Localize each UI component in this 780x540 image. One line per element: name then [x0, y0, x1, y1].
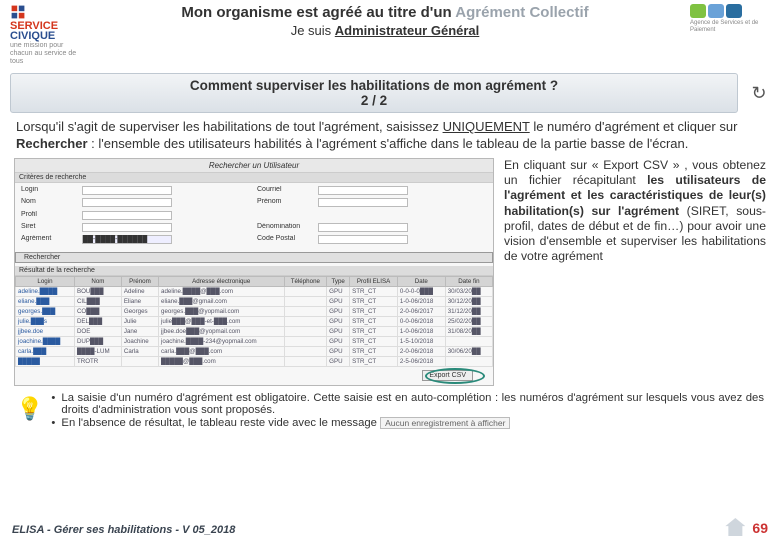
table-row: eliane.███CIL███Elianeeliane.███@gmail.c… — [16, 296, 493, 306]
table-row: georges.███CO███Georgesgeorges.███@yopma… — [16, 306, 493, 316]
question-banner: Comment superviser les habilitations de … — [10, 73, 738, 113]
login-input[interactable] — [82, 186, 172, 195]
notes-list: La saisie d'un numéro d'agrément est obl… — [51, 392, 764, 430]
siret-input[interactable] — [82, 223, 172, 232]
empty-message-box: Aucun enregistrement à afficher — [380, 417, 510, 429]
footer-version: ELISA - Gérer ses habilitations - V 05_2… — [12, 524, 235, 536]
page-counter: 2 / 2 — [361, 93, 387, 108]
profil-input[interactable] — [82, 211, 172, 220]
logo-service-civique: SERVICE CIVIQUE une mission pour chacun … — [10, 4, 80, 65]
results-table: LoginNomPrénomAdresse électroniqueTéléph… — [15, 276, 493, 367]
rechercher-button[interactable]: Rechercher — [15, 252, 493, 263]
page-title: Mon organisme est agréé au titre d'un Ag… — [80, 4, 690, 21]
logo-text-2: CIVIQUE — [10, 30, 80, 42]
screenshot-panel: Rechercher un Utilisateur Critères de re… — [14, 158, 494, 386]
shot-section-result: Résultat de la recherche — [15, 266, 493, 276]
nom-input[interactable] — [82, 198, 172, 207]
shot-section-criteria: Critères de recherche — [15, 173, 493, 183]
table-row: carla.███████-LUMCarlacarla.███@███.comG… — [16, 346, 493, 356]
lightbulb-icon: 💡 — [16, 392, 43, 420]
footer-right: 69 — [725, 518, 768, 536]
page-number: 69 — [752, 520, 768, 536]
note-item: La saisie d'un numéro d'agrément est obl… — [51, 392, 764, 416]
export-csv-button[interactable]: Export CSV — [422, 370, 473, 381]
table-row: julie.███sDEL███Juliejulie███@███-et-███… — [16, 316, 493, 326]
logo-asp: Agence de Services et de Paiement — [690, 4, 770, 33]
codepostal-input[interactable] — [318, 235, 408, 244]
refresh-icon[interactable]: ↻ — [748, 83, 770, 104]
note-item: En l'absence de résultat, le tableau res… — [51, 417, 764, 429]
table-row: █████TROTR█████@███.comGPUSTR_CT2-5-06/2… — [16, 356, 493, 366]
table-row: jjbee.doeDOEJanejjbee.doe███@yopmail.com… — [16, 326, 493, 336]
table-row: adeline.████BOU███Adelineadeline.████@██… — [16, 286, 493, 296]
home-icon[interactable] — [725, 518, 745, 536]
courriel-input[interactable] — [318, 186, 408, 195]
page-subtitle: Je suis Administrateur Général — [80, 23, 690, 38]
side-explanation: En cliquant sur « Export CSV » , vous ob… — [504, 158, 766, 386]
table-row: joachine.████DUP███Joachinejoachine.████… — [16, 336, 493, 346]
logo-tagline: une mission pour chacun au service de to… — [10, 42, 76, 64]
denomination-input[interactable] — [318, 223, 408, 232]
agrement-input[interactable]: ██-████-██████ — [82, 235, 172, 244]
shot-title: Rechercher un Utilisateur — [15, 159, 493, 173]
prenom-input[interactable] — [318, 198, 408, 207]
intro-paragraph: Lorsqu'il s'agit de superviser les habil… — [0, 117, 780, 158]
